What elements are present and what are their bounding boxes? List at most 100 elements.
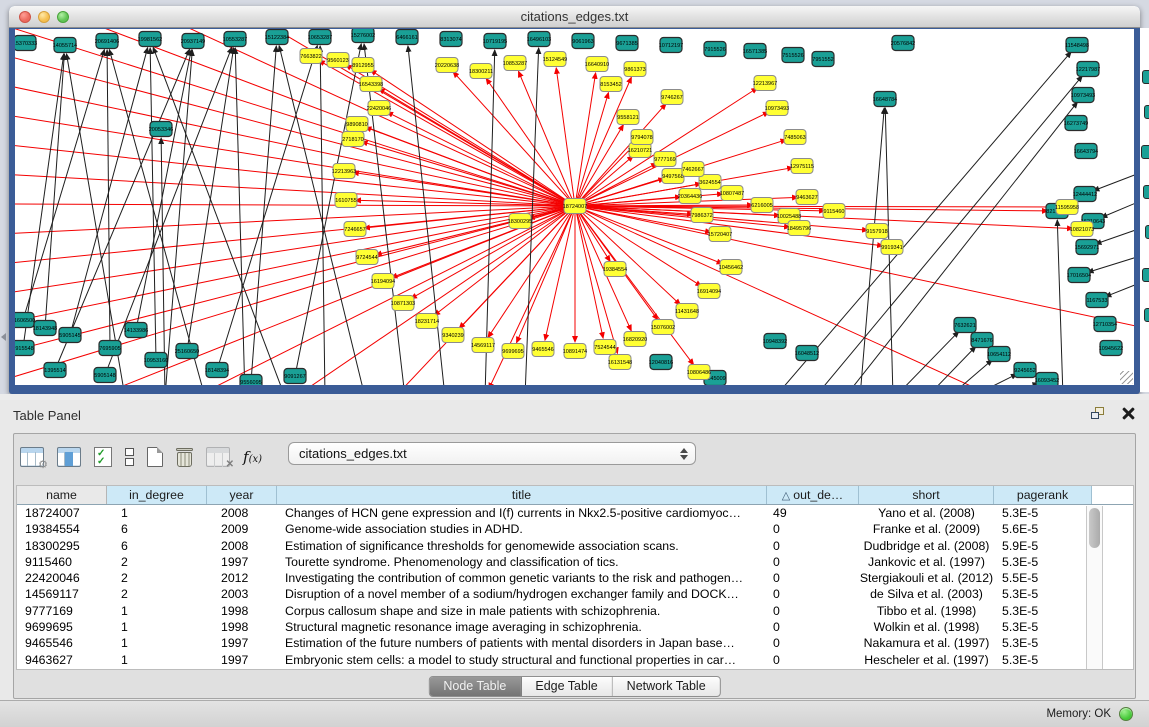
graph-node[interactable]: 20937149 [181, 34, 205, 49]
graph-node[interactable]: 16914094 [697, 284, 721, 299]
table-cell[interactable]: 2 [107, 554, 207, 570]
table-cell[interactable]: 0 [767, 635, 859, 651]
graph-node[interactable]: 12217987 [1076, 62, 1100, 77]
column-header-year[interactable]: year [207, 486, 277, 504]
graph-node[interactable]: 10456462 [719, 260, 743, 275]
table-row[interactable]: 911546021997Tourette syndrome. Phenomeno… [17, 554, 1133, 570]
table-row[interactable]: 969969511998Structural magnetic resonanc… [17, 619, 1133, 635]
table-cell[interactable]: Embryonic stem cells: a model to study s… [277, 652, 767, 668]
tab-node-table[interactable]: Node Table [429, 677, 521, 696]
graph-node[interactable]: 18143948 [33, 321, 57, 336]
table-cell[interactable]: 1997 [207, 554, 277, 570]
graph-node[interactable]: 3624554 [699, 175, 721, 190]
graph-node[interactable]: 20364436 [678, 189, 702, 204]
tab-network-table[interactable]: Network Table [613, 677, 720, 696]
graph-node[interactable]: 10654112 [987, 347, 1011, 362]
graph-node[interactable]: 15124549 [543, 52, 567, 67]
graph-node[interactable]: 18300211 [469, 64, 493, 79]
table-cell[interactable]: Structural magnetic resonance image aver… [277, 619, 767, 635]
graph-node[interactable]: 12710354 [1093, 317, 1117, 332]
graph-node[interactable]: 16048512 [795, 346, 819, 361]
table-cell[interactable]: 18724007 [17, 505, 107, 521]
graph-node[interactable]: 12975115 [790, 159, 814, 174]
graph-node[interactable]: 18724007 [563, 199, 587, 214]
table-cell[interactable]: Jankovic et al. (1997) [859, 554, 994, 570]
table-row[interactable]: 1938455462009Genome-wide association stu… [17, 521, 1133, 537]
table-cell[interactable]: 1998 [207, 603, 277, 619]
graph-node[interactable]: 20053346 [149, 122, 173, 137]
graph-node[interactable]: 8153452 [600, 77, 622, 92]
graph-node[interactable]: 6216005 [751, 198, 773, 213]
table-cell[interactable]: 5.5E-5 [994, 570, 1092, 586]
graph-node[interactable]: 9699695 [502, 344, 524, 359]
table-cell[interactable]: 5.6E-5 [994, 521, 1092, 537]
column-header-pagerank[interactable]: pagerank [994, 486, 1092, 504]
graph-node[interactable]: 10973493 [1071, 88, 1095, 103]
column-header-title[interactable]: title [277, 486, 767, 504]
table-cell[interactable]: 49 [767, 505, 859, 521]
graph-node[interactable]: 1395514 [44, 363, 66, 378]
graph-node[interactable]: 16543398 [359, 77, 383, 92]
graph-node[interactable]: 5905148 [94, 368, 116, 383]
graph-node[interactable]: 16093452 [1035, 373, 1059, 386]
graph-node[interactable]: 9497568 [662, 169, 684, 184]
table-row[interactable]: 946362711997Embryonic stem cells: a mode… [17, 652, 1133, 668]
graph-node[interactable]: 11595958 [1055, 200, 1079, 215]
table-cell[interactable]: Hescheler et al. (1997) [859, 652, 994, 668]
table-cell[interactable]: 5.3E-5 [994, 652, 1092, 668]
float-panel-icon[interactable] [1091, 407, 1106, 420]
graph-node[interactable]: 9245652 [1014, 363, 1036, 378]
graph-node[interactable]: 15276002 [351, 29, 375, 43]
table-cell[interactable]: Investigating the contribution of common… [277, 570, 767, 586]
table-row[interactable]: 1830029562008Estimation of significance … [17, 538, 1133, 554]
graph-node[interactable]: 9340239 [442, 328, 464, 343]
table-cell[interactable]: Changes of HCN gene expression and I(f) … [277, 505, 767, 521]
graph-node[interactable]: 10712197 [659, 38, 683, 53]
graph-node[interactable]: 18231714 [415, 314, 439, 329]
graph-node[interactable]: 14133986 [124, 323, 148, 338]
table-cell[interactable]: 2012 [207, 570, 277, 586]
graph-node[interactable]: 9890810 [346, 117, 368, 132]
graph-node[interactable]: 7915526 [704, 42, 726, 57]
graph-node[interactable]: 16648784 [873, 92, 897, 107]
window-titlebar[interactable]: citations_edges.txt [9, 6, 1140, 28]
graph-node[interactable]: 14055714 [53, 38, 77, 53]
graph-node[interactable]: 7951552 [812, 52, 834, 67]
row-tools-icon[interactable] [125, 448, 134, 467]
table-cell[interactable]: Tibbo et al. (1998) [859, 603, 994, 619]
table-settings-icon[interactable]: ⚙ [20, 447, 44, 467]
table-row[interactable]: 1872400712008Changes of HCN gene express… [17, 505, 1133, 521]
table-cell[interactable]: 2 [107, 570, 207, 586]
graph-node[interactable]: 15076002 [651, 320, 675, 335]
function-builder-icon[interactable]: f(x) [243, 448, 262, 466]
table-cell[interactable]: Franke et al. (2009) [859, 521, 994, 537]
graph-node[interactable]: 17016504 [1067, 268, 1091, 283]
table-cell[interactable]: 5.9E-5 [994, 538, 1092, 554]
graph-node[interactable]: 10807487 [720, 186, 744, 201]
graph-node[interactable]: 9091267 [284, 369, 306, 384]
graph-node[interactable]: 20691406 [95, 34, 119, 49]
graph-node[interactable]: 18148394 [205, 363, 229, 378]
table-cell[interactable]: 0 [767, 586, 859, 602]
graph-node[interactable]: 16194094 [371, 274, 395, 289]
graph-node[interactable]: 8313074 [440, 32, 462, 47]
graph-node[interactable]: 16640910 [585, 57, 609, 72]
table-cell[interactable]: 18300295 [17, 538, 107, 554]
table-cell[interactable]: 1 [107, 603, 207, 619]
graph-node[interactable]: 7485063 [784, 130, 806, 145]
table-cell[interactable]: 14569117 [17, 586, 107, 602]
graph-node[interactable]: 19981562 [138, 32, 162, 47]
collapsed-panel-handle[interactable] [1, 333, 6, 341]
column-header-short[interactable]: short [859, 486, 994, 504]
network-canvas[interactable]: 1872400715370333140557142069140619981562… [15, 29, 1134, 385]
table-cell[interactable]: 5.3E-5 [994, 586, 1092, 602]
table-cell[interactable]: 2009 [207, 521, 277, 537]
table-cell[interactable]: 5.3E-5 [994, 603, 1092, 619]
table-cell[interactable]: 1997 [207, 652, 277, 668]
graph-node[interactable]: 15122384 [265, 30, 289, 45]
table-cell[interactable]: 0 [767, 554, 859, 570]
graph-node[interactable]: 10719195 [483, 34, 507, 49]
graph-node[interactable]: 14569117 [471, 338, 495, 353]
table-cell[interactable]: 2008 [207, 505, 277, 521]
graph-node[interactable]: 8912955 [352, 58, 374, 73]
